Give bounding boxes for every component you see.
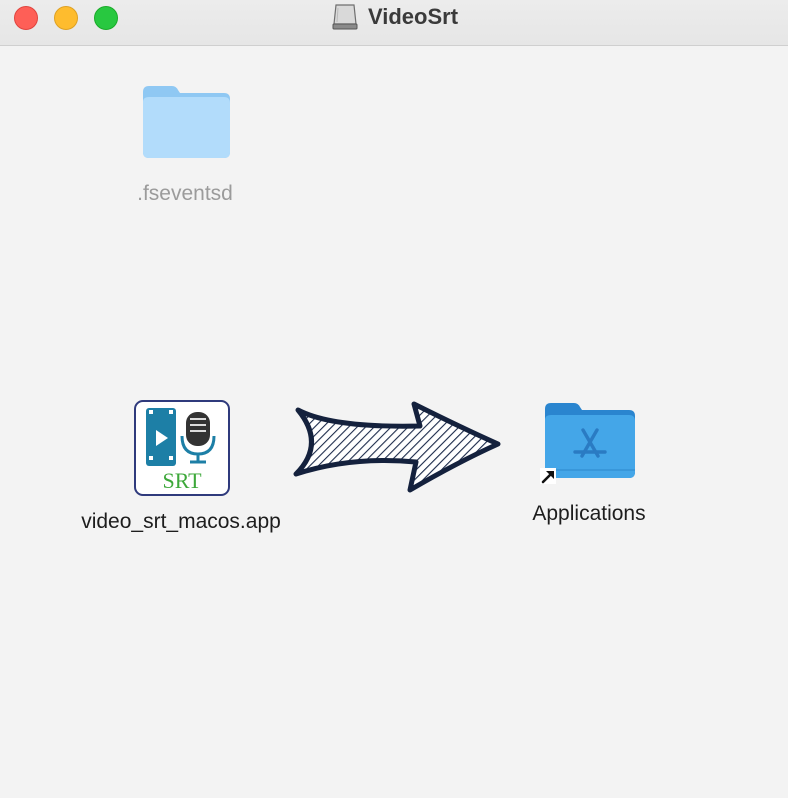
folder-icon bbox=[143, 86, 230, 158]
window-title-text: VideoSrt bbox=[367, 4, 459, 29]
disk-image-icon bbox=[332, 4, 358, 30]
fseventsd-label: .fseventsd bbox=[137, 182, 233, 205]
applications-folder-alias-icon bbox=[540, 403, 635, 484]
app-icon-srt-text: SRT bbox=[162, 468, 202, 493]
window-titlebar: VideoSrt bbox=[0, 0, 788, 46]
drag-arrow-icon bbox=[293, 401, 501, 493]
app-icon: SRT bbox=[134, 400, 230, 496]
window-title: VideoSrt bbox=[0, 0, 788, 34]
app-label: video_srt_macos.app bbox=[81, 510, 281, 533]
applications-label: Applications bbox=[532, 502, 646, 525]
